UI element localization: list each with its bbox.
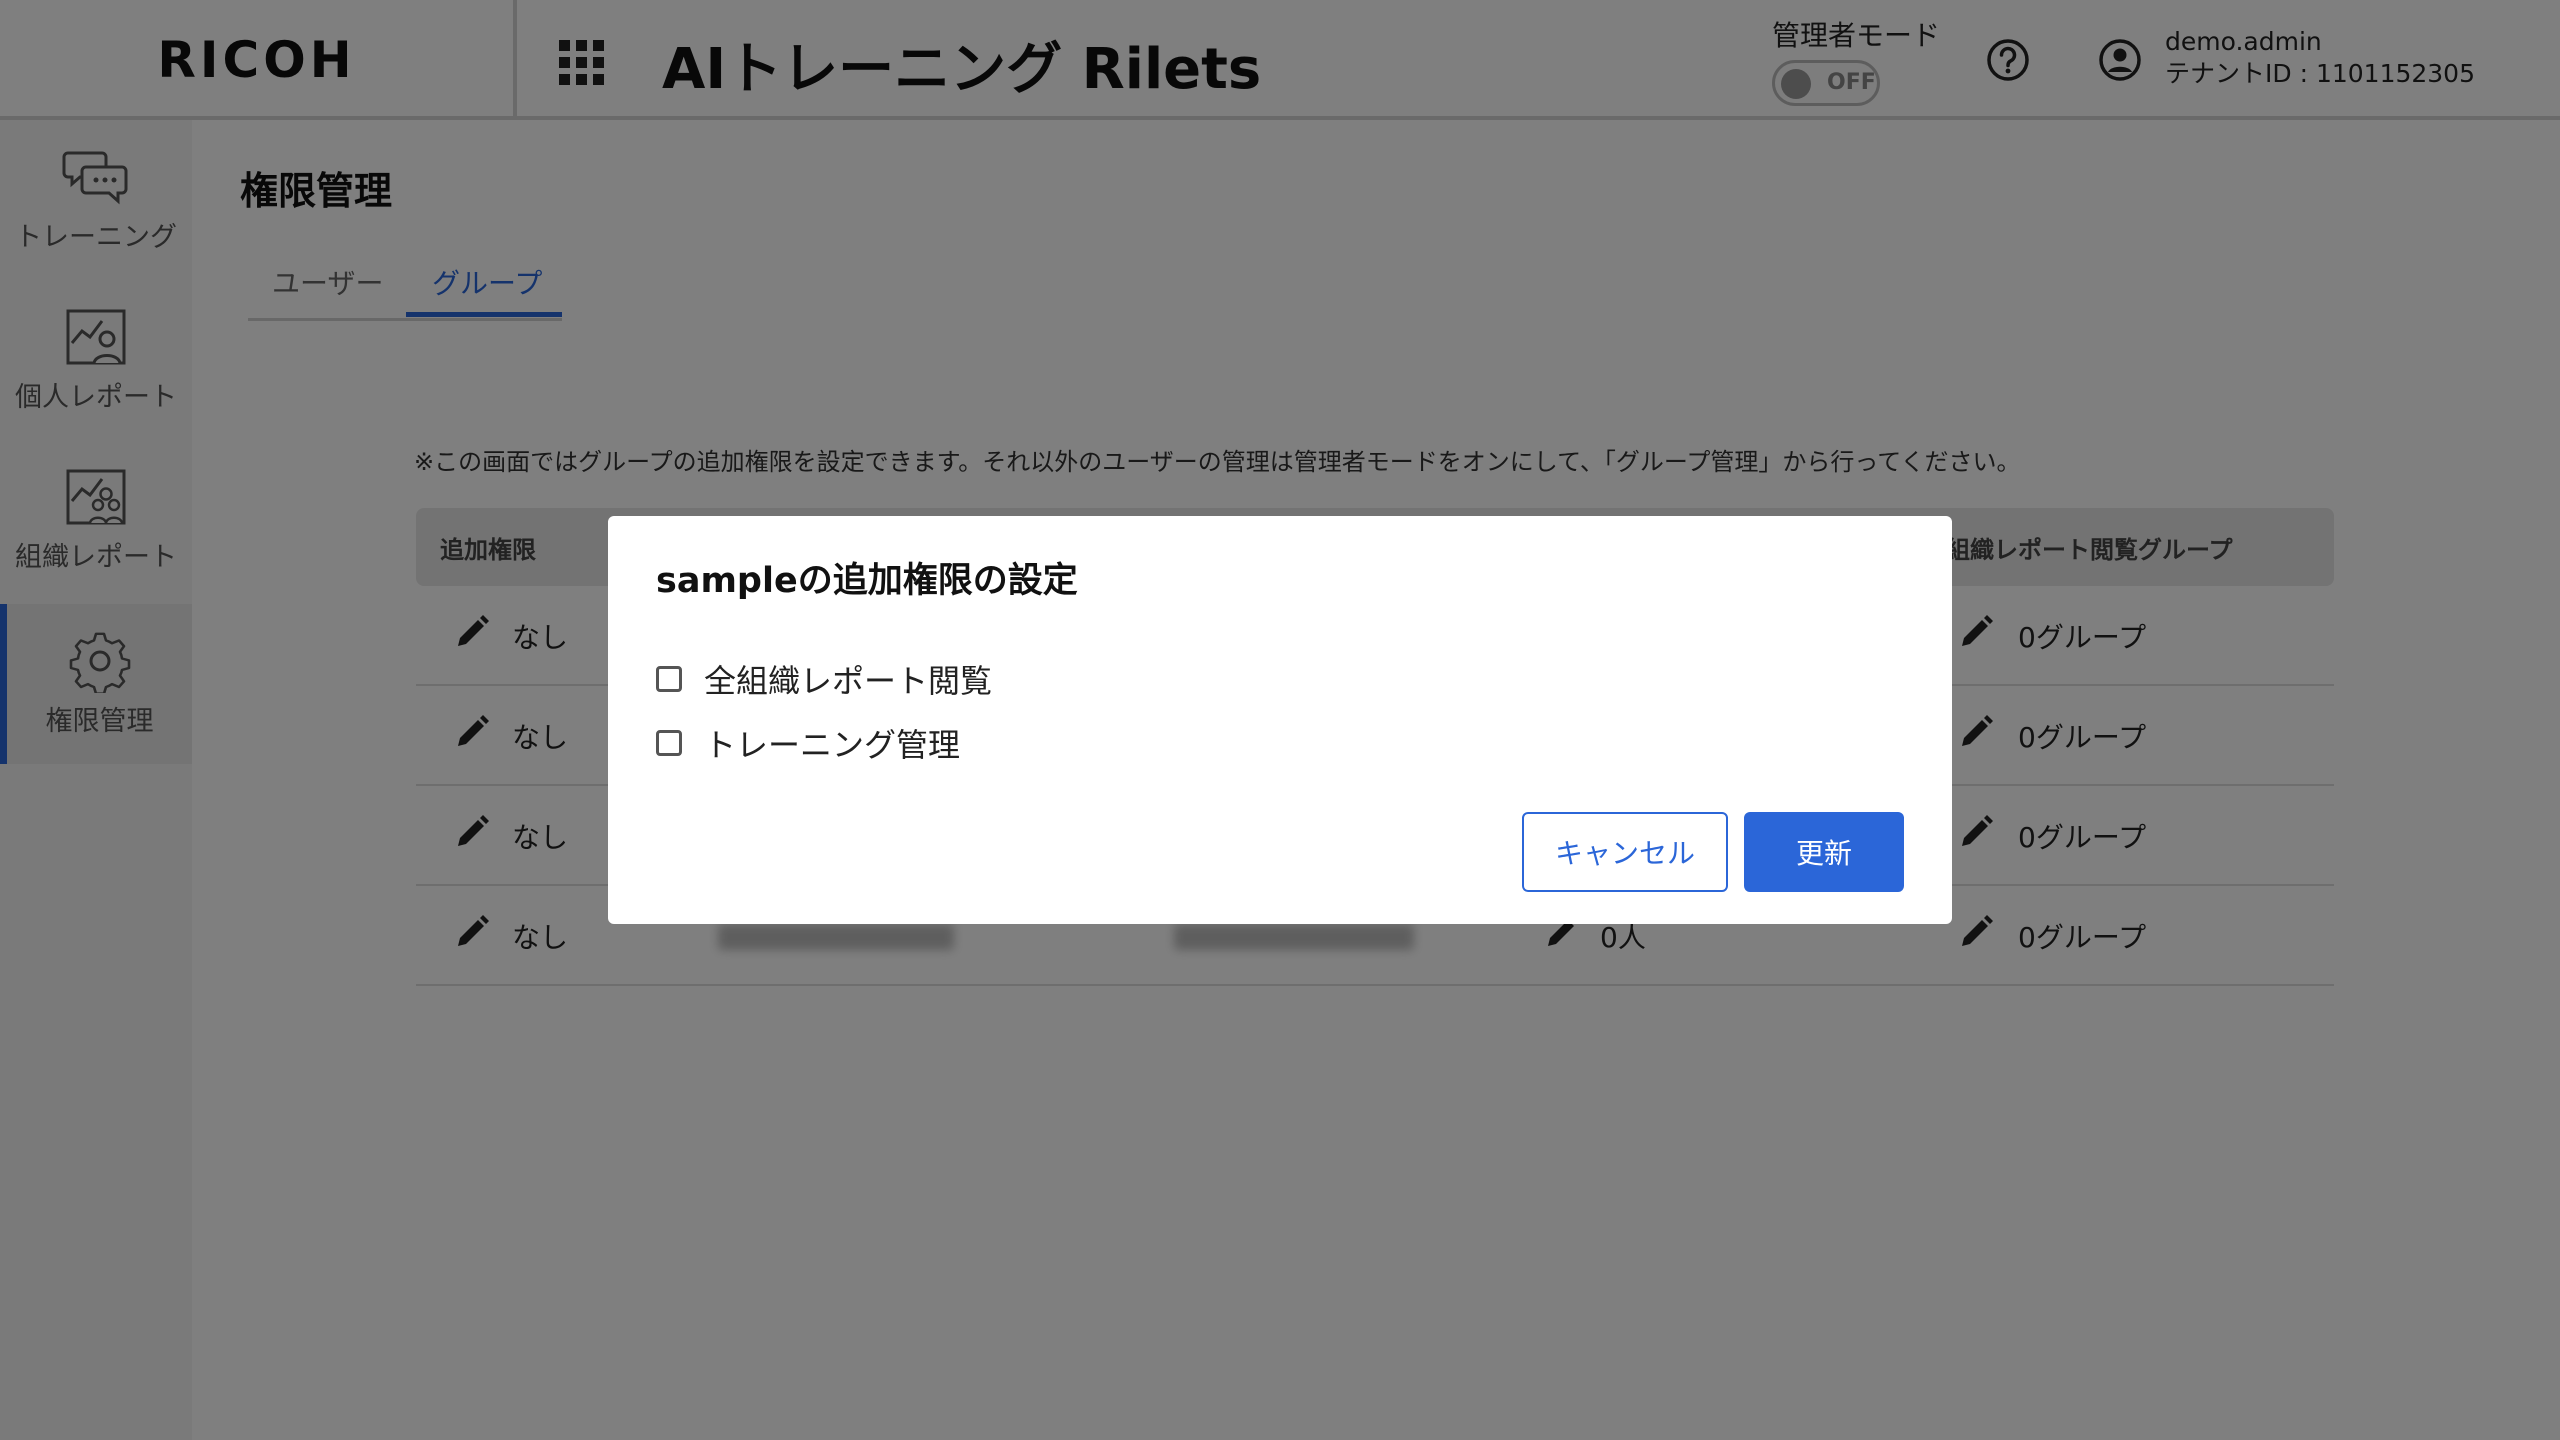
checkbox[interactable] [656, 730, 682, 756]
option-all-org-report-view[interactable]: 全組織レポート閲覧 [656, 656, 992, 702]
option-training-management[interactable]: トレーニング管理 [656, 720, 960, 766]
option-label: トレーニング管理 [704, 726, 961, 764]
update-button[interactable]: 更新 [1744, 812, 1904, 892]
permission-settings-dialog: sampleの追加権限の設定 全組織レポート閲覧 トレーニング管理 キャンセル … [608, 516, 1952, 924]
cancel-button[interactable]: キャンセル [1522, 812, 1728, 892]
option-label: 全組織レポート閲覧 [704, 662, 993, 700]
checkbox[interactable] [656, 666, 682, 692]
dialog-title: sampleの追加権限の設定 [656, 561, 1078, 601]
